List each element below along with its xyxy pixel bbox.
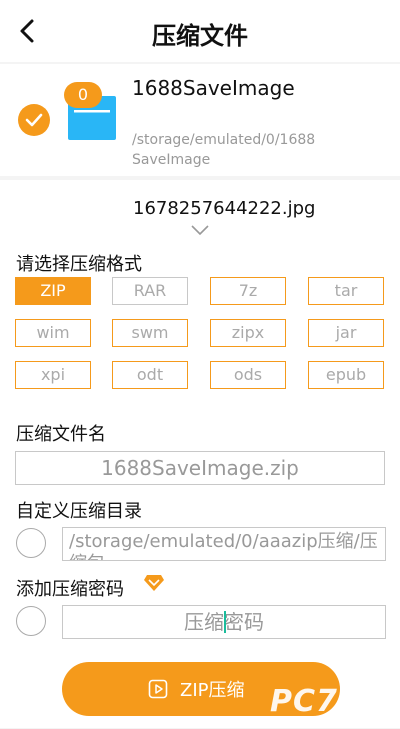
format-option-epub[interactable]: epub	[308, 361, 384, 389]
directory-radio[interactable]	[16, 528, 46, 558]
format-option-7z[interactable]: 7z	[210, 277, 286, 305]
file-card[interactable]: 0 1688SaveImage /storage/emulated/0/1688…	[0, 64, 400, 176]
directory-path-field[interactable]: /storage/emulated/0/aaazip压缩/压缩包	[62, 527, 386, 561]
password-label: 添加压缩密码	[16, 579, 124, 600]
text-cursor	[224, 611, 226, 633]
format-option-jar[interactable]: jar	[308, 319, 384, 347]
folder-path: /storage/emulated/0/1688SaveImage	[132, 132, 316, 168]
chevron-down-icon[interactable]	[190, 224, 210, 236]
play-file-icon	[148, 679, 168, 699]
selected-file-name: 1678257644222.jpg	[133, 198, 316, 219]
vip-diamond-icon	[144, 575, 164, 591]
directory-label: 自定义压缩目录	[16, 501, 142, 522]
format-option-zipx[interactable]: zipx	[210, 319, 286, 347]
format-option-zip[interactable]: ZIP	[15, 277, 91, 305]
format-option-ods[interactable]: ods	[210, 361, 286, 389]
format-option-wim[interactable]: wim	[15, 319, 91, 347]
format-label: 请选择压缩格式	[16, 254, 142, 275]
folder-name: 1688SaveImage	[132, 76, 295, 100]
format-option-xpi[interactable]: xpi	[15, 361, 91, 389]
checkmark-icon[interactable]	[18, 104, 50, 136]
page-title: 压缩文件	[152, 22, 248, 50]
format-option-odt[interactable]: odt	[112, 361, 188, 389]
format-option-tar[interactable]: tar	[308, 277, 384, 305]
format-option-swm[interactable]: swm	[112, 319, 188, 347]
zip-compress-label: ZIP压缩	[180, 680, 245, 701]
watermark: PC7	[270, 684, 338, 719]
filename-input[interactable]: 1688SaveImage.zip	[15, 451, 385, 485]
filename-label: 压缩文件名	[16, 424, 106, 445]
password-radio[interactable]	[16, 606, 46, 636]
header-bar: 压缩文件	[0, 0, 400, 62]
format-option-rar[interactable]: RAR	[112, 277, 188, 305]
count-badge: 0	[64, 82, 102, 108]
